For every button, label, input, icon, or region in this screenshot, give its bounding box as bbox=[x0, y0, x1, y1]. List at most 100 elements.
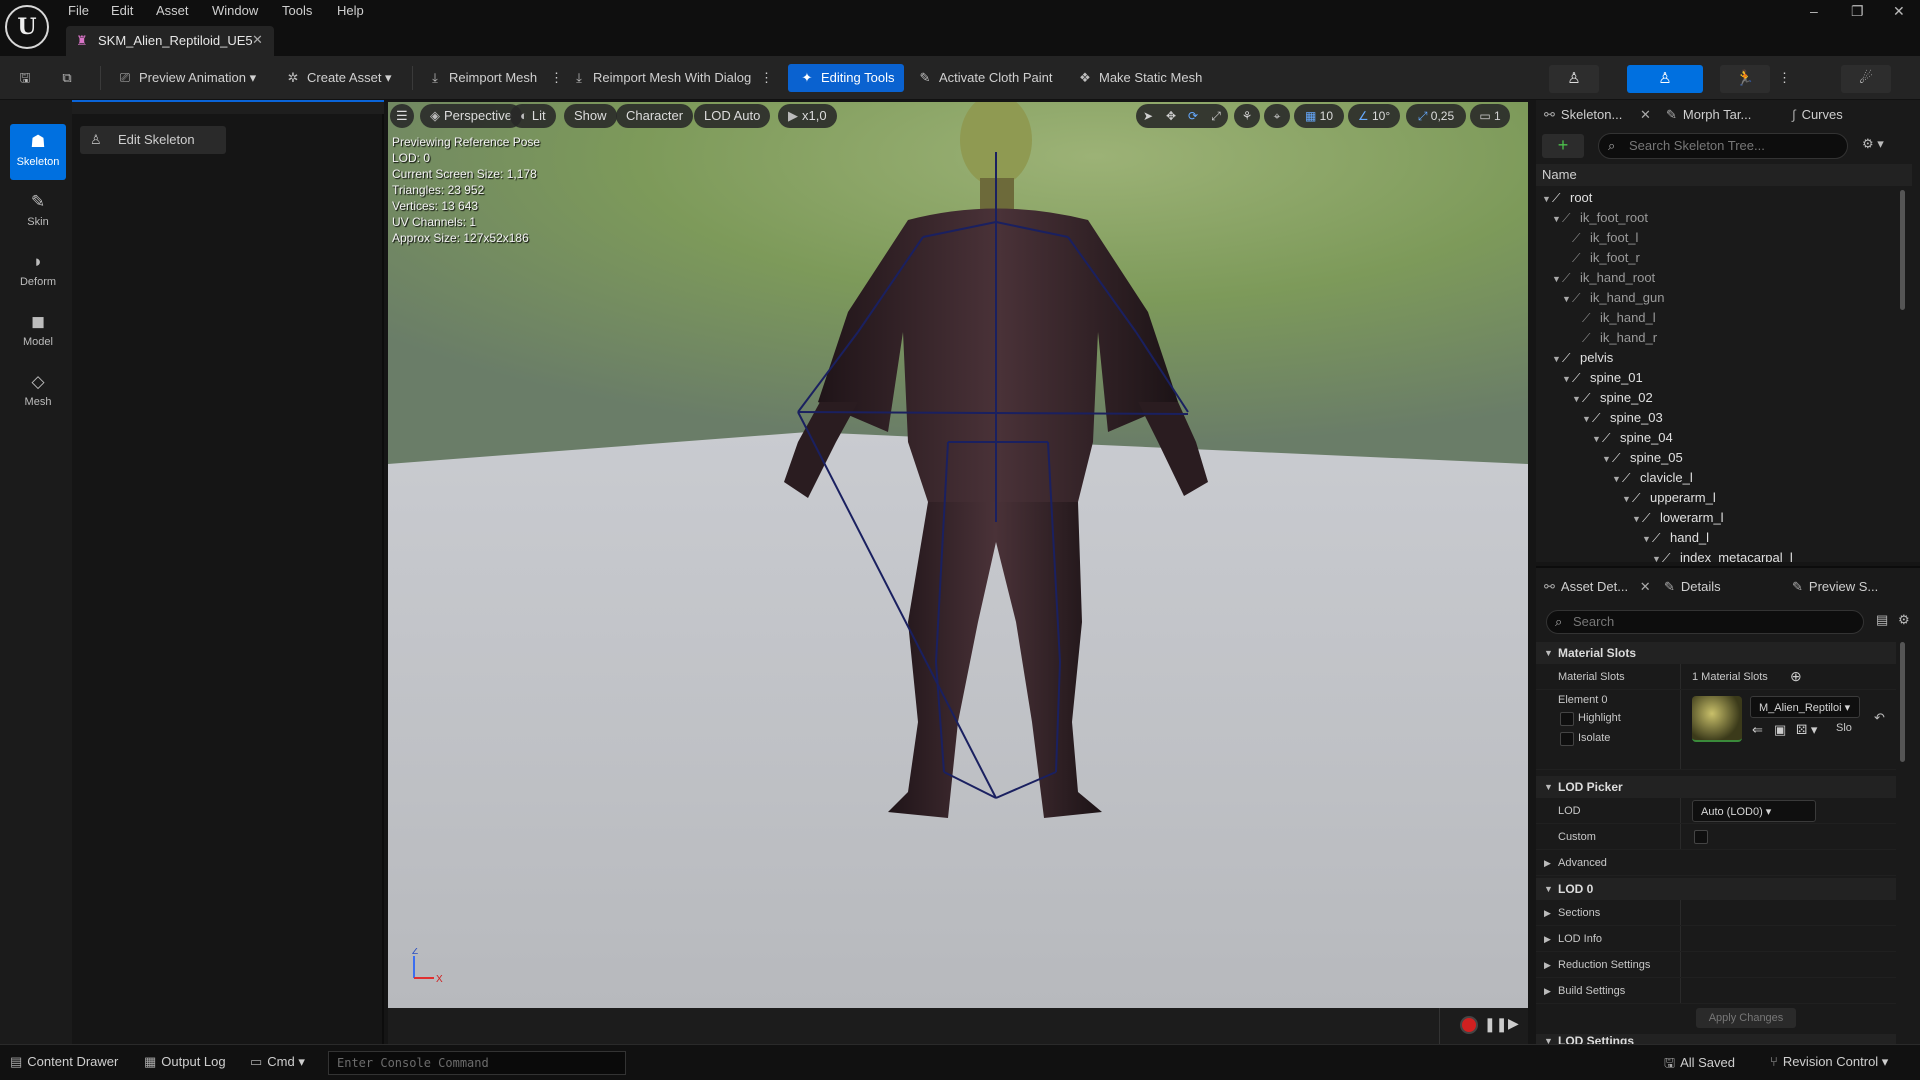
close-tab-icon[interactable]: ✕ bbox=[1640, 107, 1651, 122]
browse-icon[interactable]: ⧉ bbox=[58, 64, 81, 92]
reimport-dialog-options-icon[interactable]: ⋮ bbox=[760, 64, 773, 92]
expand-arrow-icon[interactable]: ▼ bbox=[1562, 369, 1572, 389]
tree-row-ik_hand_r[interactable]: ⟋ ik_hand_r bbox=[1536, 328, 1904, 348]
menu-help[interactable]: Help bbox=[337, 3, 364, 18]
tree-row-lowerarm_l[interactable]: ▼⟋ lowerarm_l bbox=[1536, 508, 1904, 528]
menu-file[interactable]: File bbox=[68, 3, 89, 18]
console-input[interactable]: Enter Console Command bbox=[328, 1051, 626, 1075]
editing-tools-button[interactable]: ✦ Editing Tools bbox=[788, 64, 905, 92]
mode-model[interactable]: ◼ Model bbox=[10, 304, 66, 360]
menu-window[interactable]: Window bbox=[212, 3, 258, 18]
menu-tools[interactable]: Tools bbox=[282, 3, 312, 18]
tree-row-spine_02[interactable]: ▼⟋ spine_02 bbox=[1536, 388, 1904, 408]
section-lod-0[interactable]: ▼ LOD 0 bbox=[1536, 878, 1896, 900]
table-view-icon[interactable]: ▤ bbox=[1876, 612, 1888, 628]
reset-icon[interactable]: ↶ bbox=[1874, 710, 1885, 726]
advanced-row[interactable]: ▶ Advanced bbox=[1536, 850, 1896, 876]
tab-curves[interactable]: ∫ Curves bbox=[1792, 102, 1843, 128]
character-button[interactable]: Character bbox=[616, 104, 694, 128]
record-icon[interactable] bbox=[1460, 1016, 1478, 1034]
mode-mesh[interactable]: ◇ Mesh bbox=[10, 364, 66, 420]
reduction-settings-row[interactable]: ▶ Reduction Settings bbox=[1536, 952, 1896, 978]
expand-arrow-icon[interactable]: ▼ bbox=[1622, 489, 1632, 509]
material-options-icon[interactable]: ⚄ ▾ bbox=[1796, 722, 1817, 738]
all-saved-button[interactable]: 🖫 All Saved bbox=[1664, 1054, 1735, 1076]
expand-arrow-icon[interactable]: ▼ bbox=[1602, 449, 1612, 469]
tree-row-index_metacarpal_l[interactable]: ▼⟋ index_metacarpal_l bbox=[1536, 548, 1904, 562]
lit-button[interactable]: ◐ Lit bbox=[510, 104, 556, 128]
edit-skeleton-button[interactable]: ♙ Edit Skeleton bbox=[80, 126, 226, 154]
tab-morph-targets[interactable]: ✎ Morph Tar... bbox=[1666, 102, 1751, 128]
material-thumbnail[interactable] bbox=[1692, 696, 1742, 742]
add-icon[interactable]: + bbox=[1542, 134, 1584, 158]
unreal-logo[interactable]: U bbox=[5, 5, 49, 49]
expand-arrow-icon[interactable]: ▼ bbox=[1642, 529, 1652, 549]
mode-skeleton[interactable]: ☗ Skeleton bbox=[10, 124, 66, 180]
settings-icon[interactable]: ⚙ bbox=[1898, 612, 1910, 628]
tree-row-ik_foot_r[interactable]: ⟋ ik_foot_r bbox=[1536, 248, 1904, 268]
tree-row-spine_05[interactable]: ▼⟋ spine_05 bbox=[1536, 448, 1904, 468]
show-button[interactable]: Show bbox=[564, 104, 617, 128]
close-window-button[interactable]: ✕ bbox=[1893, 3, 1905, 20]
material-dropdown[interactable]: M_Alien_Reptiloi ▾ bbox=[1750, 696, 1860, 718]
translate-icon[interactable]: ✥ bbox=[1160, 104, 1182, 128]
tree-row-clavicle_l[interactable]: ▼⟋ clavicle_l bbox=[1536, 468, 1904, 488]
lod-dropdown[interactable]: Auto (LOD0) ▾ bbox=[1692, 800, 1816, 822]
expand-arrow-icon[interactable]: ▼ bbox=[1592, 429, 1602, 449]
sections-row[interactable]: ▶ Sections bbox=[1536, 900, 1896, 926]
mode-options-icon[interactable]: ⋮ bbox=[1778, 64, 1791, 92]
expand-arrow-icon[interactable]: ▼ bbox=[1552, 349, 1562, 369]
mesh-mode-icon[interactable]: ♙ bbox=[1627, 65, 1703, 93]
lod-auto-button[interactable]: LOD Auto bbox=[694, 104, 771, 128]
minimize-button[interactable]: – bbox=[1810, 3, 1818, 19]
physics-mode-icon[interactable]: ☄ bbox=[1841, 65, 1891, 93]
scale-snap-button[interactable]: ⤢ 0,25 bbox=[1406, 104, 1466, 128]
timeline-track[interactable] bbox=[388, 1008, 1440, 1044]
surface-snap-icon[interactable]: ⌖ bbox=[1264, 104, 1290, 128]
menu-asset[interactable]: Asset bbox=[156, 3, 189, 18]
expand-arrow-icon[interactable]: ▼ bbox=[1572, 389, 1582, 409]
close-tab-icon[interactable]: ✕ bbox=[252, 32, 263, 48]
tab-asset-details[interactable]: ⚯ Asset Det... ✕ bbox=[1544, 574, 1651, 600]
rotate-icon[interactable]: ⟳ bbox=[1182, 104, 1204, 128]
details-scrollbar[interactable] bbox=[1900, 642, 1905, 762]
reimport-options-icon[interactable]: ⋮ bbox=[550, 64, 563, 92]
highlight-checkbox[interactable] bbox=[1560, 712, 1574, 726]
tree-row-spine_04[interactable]: ▼⟋ spine_04 bbox=[1536, 428, 1904, 448]
tab-details[interactable]: ✎ Details bbox=[1664, 574, 1721, 600]
details-search-input[interactable]: ⌕ Search bbox=[1546, 610, 1864, 634]
local-space-icon[interactable]: ⚘ bbox=[1234, 104, 1260, 128]
tree-row-ik_hand_gun[interactable]: ▼⟋ ik_hand_gun bbox=[1536, 288, 1904, 308]
select-icon[interactable]: ➤ bbox=[1136, 104, 1160, 128]
expand-arrow-icon[interactable]: ▼ bbox=[1612, 469, 1622, 489]
custom-checkbox[interactable] bbox=[1694, 830, 1708, 844]
revision-control-button[interactable]: ⑂ Revision Control ▾ bbox=[1770, 1054, 1888, 1070]
save-icon[interactable]: 🖫 bbox=[16, 64, 39, 92]
tree-row-pelvis[interactable]: ▼⟋ pelvis bbox=[1536, 348, 1904, 368]
use-selected-icon[interactable]: ⇐ bbox=[1752, 722, 1763, 738]
tab-skeleton[interactable]: ⚯ Skeleton... ✕ bbox=[1544, 102, 1651, 128]
perspective-button[interactable]: ◈ Perspective bbox=[420, 104, 522, 128]
expand-arrow-icon[interactable]: ▼ bbox=[1552, 269, 1562, 289]
content-drawer-button[interactable]: ▤ Content Drawer bbox=[10, 1054, 118, 1070]
tab-preview-scene[interactable]: ✎ Preview S... bbox=[1792, 574, 1878, 600]
tree-row-ik_hand_root[interactable]: ▼⟋ ik_hand_root bbox=[1536, 268, 1904, 288]
animation-mode-icon[interactable]: 🏃 bbox=[1720, 65, 1770, 93]
expand-arrow-icon[interactable]: ▼ bbox=[1562, 289, 1572, 309]
browse-folder-icon[interactable]: ▣ bbox=[1774, 722, 1786, 738]
tree-row-hand_l[interactable]: ▼⟋ hand_l bbox=[1536, 528, 1904, 548]
isolate-checkbox[interactable] bbox=[1560, 732, 1574, 746]
build-settings-row[interactable]: ▶ Build Settings bbox=[1536, 978, 1896, 1004]
mode-skin[interactable]: ✎ Skin bbox=[10, 184, 66, 240]
add-slot-icon[interactable]: ⊕ bbox=[1790, 663, 1802, 689]
scale-icon[interactable]: ⤢ bbox=[1204, 104, 1228, 128]
camera-speed-button[interactable]: ▭ 1 bbox=[1470, 104, 1510, 128]
settings-icon[interactable]: ⚙ ▾ bbox=[1862, 136, 1884, 152]
preview-animation-button[interactable]: ⎚ Preview Animation ▾ bbox=[116, 64, 256, 92]
tree-scrollbar[interactable] bbox=[1900, 190, 1905, 310]
viewport[interactable]: ☰ ◈ Perspective ◐ Lit Show Character LOD A… bbox=[388, 102, 1528, 1008]
viewport-menu-icon[interactable]: ☰ bbox=[390, 104, 414, 128]
step-forward-icon[interactable]: ▶ bbox=[1508, 1015, 1519, 1032]
make-static-mesh-button[interactable]: ❖ Make Static Mesh bbox=[1076, 64, 1202, 92]
output-log-button[interactable]: ▦ Output Log bbox=[144, 1054, 226, 1070]
